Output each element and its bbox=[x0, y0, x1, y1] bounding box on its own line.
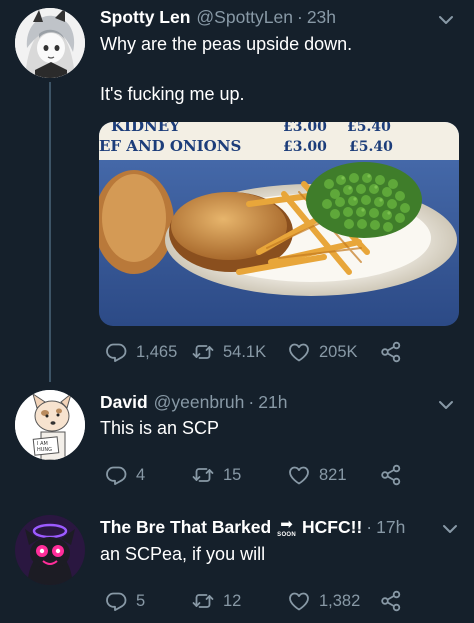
arrow-icon: ➡ bbox=[280, 515, 293, 533]
like-button[interactable]: 821 bbox=[287, 463, 347, 487]
tweet-text: This is an SCP bbox=[100, 418, 220, 438]
timestamp[interactable]: 23h bbox=[307, 6, 336, 28]
tweet-header: David @yeenbruh · 21h bbox=[100, 391, 287, 413]
menu-line2-item: EF AND ONIONS bbox=[99, 137, 241, 155]
reply-count: 4 bbox=[136, 465, 146, 484]
tweet-text: It's fucking me up. bbox=[100, 84, 245, 104]
creature-avatar-image bbox=[15, 515, 85, 585]
like-button[interactable]: 205K bbox=[287, 340, 358, 364]
tweet-text: an SCPea, if you will bbox=[100, 544, 266, 564]
avatar-sign-text: HUNG bbox=[37, 447, 52, 453]
retweet-count: 54.1K bbox=[223, 342, 267, 361]
hyena-drawing-avatar-image: I AM HUNG bbox=[15, 390, 85, 460]
chevron-down-icon[interactable] bbox=[436, 10, 456, 30]
tweet-actions: 1,465 54.1K 205K bbox=[104, 340, 444, 364]
retweet-icon bbox=[192, 468, 214, 482]
author-name[interactable]: Spotty Len bbox=[100, 6, 190, 28]
retweet-button[interactable]: 15 bbox=[191, 463, 241, 487]
menu-line1-price: £5.40 bbox=[347, 122, 391, 135]
food-photo: KIDNEY £3.00 £5.40 EF AND ONIONS £3.00 £… bbox=[99, 122, 459, 326]
share-button[interactable] bbox=[379, 340, 403, 364]
retweet-count: 15 bbox=[223, 465, 242, 484]
reply-count: 1,465 bbox=[136, 342, 178, 361]
like-icon bbox=[289, 592, 309, 611]
tweet-text: Why are the peas upside down. bbox=[100, 34, 353, 54]
like-count: 205K bbox=[319, 342, 358, 361]
share-icon bbox=[381, 590, 401, 612]
share-icon bbox=[381, 464, 401, 486]
menu-line2-price: £3.00 bbox=[283, 139, 327, 155]
tweet-actions: 4 15 821 bbox=[104, 463, 444, 487]
author-name[interactable]: The Bre That Barked bbox=[100, 516, 271, 538]
retweet-icon bbox=[192, 594, 214, 608]
like-count: 1,382 bbox=[319, 591, 361, 610]
retweet-button[interactable]: 12 bbox=[191, 589, 241, 613]
avatar[interactable]: I AM HUNG bbox=[15, 390, 85, 460]
avatar[interactable] bbox=[15, 515, 85, 585]
tweet-photo[interactable]: KIDNEY £3.00 £5.40 EF AND ONIONS £3.00 £… bbox=[99, 122, 459, 326]
retweet-count: 12 bbox=[223, 591, 242, 610]
share-button[interactable] bbox=[379, 463, 403, 487]
arrow-emoji: ➡ SOON bbox=[277, 517, 296, 538]
avatar[interactable] bbox=[15, 8, 85, 78]
share-icon bbox=[381, 341, 401, 363]
thread-line bbox=[49, 82, 51, 382]
like-button[interactable]: 1,382 bbox=[287, 589, 360, 613]
author-name[interactable]: David bbox=[100, 391, 148, 413]
timestamp[interactable]: 17h bbox=[376, 516, 405, 538]
retweet-button[interactable]: 54.1K bbox=[191, 340, 266, 364]
chevron-down-icon[interactable] bbox=[440, 519, 460, 539]
like-icon bbox=[289, 466, 309, 485]
anime-avatar-image bbox=[15, 8, 85, 78]
separator: · bbox=[366, 517, 373, 537]
menu-line2-price: £5.40 bbox=[349, 139, 393, 155]
reply-icon bbox=[106, 466, 127, 486]
like-icon bbox=[289, 343, 309, 362]
reply-button[interactable]: 5 bbox=[104, 589, 145, 613]
author-handle[interactable]: @yeenbruh bbox=[154, 391, 245, 413]
menu-line1-item: KIDNEY bbox=[111, 122, 180, 135]
separator: · bbox=[248, 392, 255, 412]
tweet-header: Spotty Len @SpottyLen · 23h bbox=[100, 6, 336, 28]
author-handle[interactable]: @SpottyLen bbox=[196, 6, 293, 28]
reply-button[interactable]: 4 bbox=[104, 463, 145, 487]
tweet-header: The Bre That Barked ➡ SOON HCFC!! · 17h bbox=[100, 516, 405, 538]
timestamp[interactable]: 21h bbox=[258, 391, 287, 413]
soon-label: SOON bbox=[277, 531, 297, 538]
separator: · bbox=[297, 7, 303, 27]
like-count: 821 bbox=[319, 465, 347, 484]
tweet-actions: 5 12 1,382 bbox=[104, 589, 444, 613]
author-name-suffix[interactable]: HCFC!! bbox=[302, 516, 362, 538]
share-button[interactable] bbox=[379, 589, 403, 613]
menu-line1-price: £3.00 bbox=[283, 122, 327, 135]
reply-count: 5 bbox=[136, 591, 146, 610]
chevron-down-icon[interactable] bbox=[436, 395, 456, 415]
reply-icon bbox=[106, 343, 127, 363]
reply-icon bbox=[106, 592, 127, 611]
retweet-icon bbox=[192, 345, 214, 359]
reply-button[interactable]: 1,465 bbox=[104, 340, 177, 364]
